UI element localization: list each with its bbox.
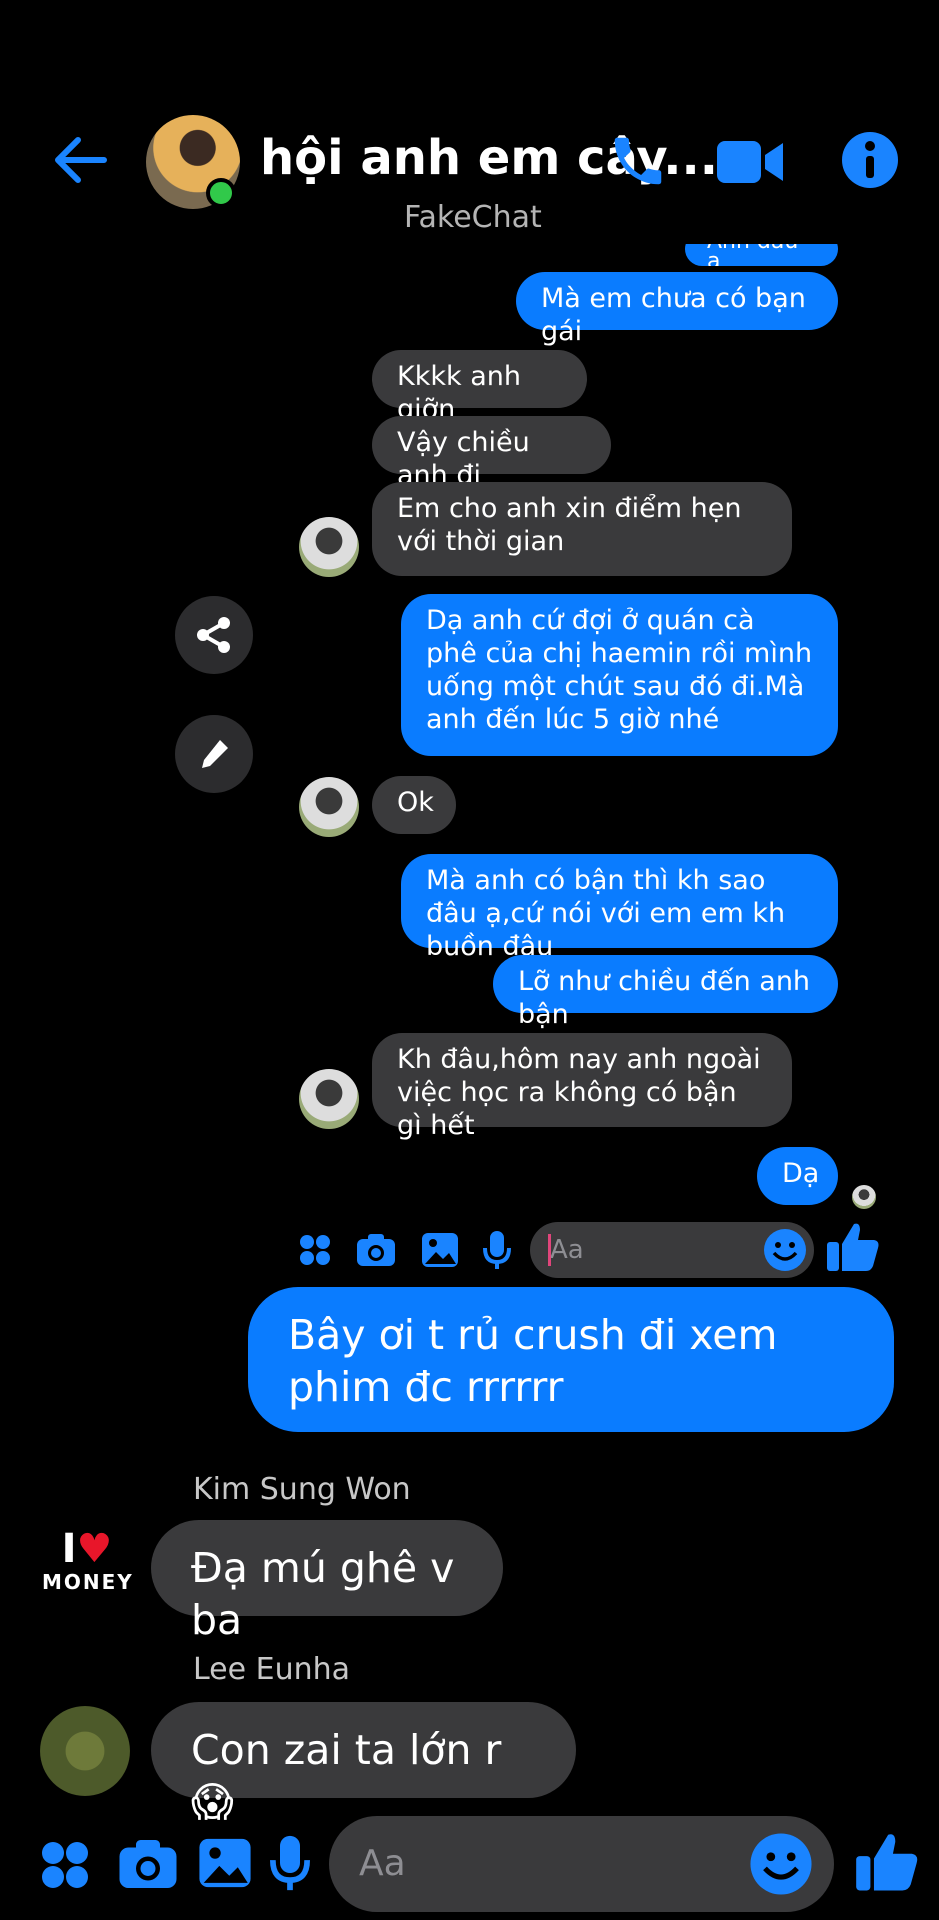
microphone-button[interactable] bbox=[270, 1834, 310, 1896]
message-text: Dạ anh cứ đợi ở quán cà phê của chị haem… bbox=[426, 605, 813, 735]
message-text: Đạ mú ghê v ba bbox=[191, 1544, 455, 1644]
microphone-icon[interactable] bbox=[483, 1230, 511, 1274]
message-bubble[interactable]: Mà em chưa có bạn gái bbox=[516, 272, 838, 347]
message-text: Mà em chưa có bạn gái bbox=[541, 283, 806, 347]
pencil-icon bbox=[202, 740, 228, 768]
more-apps-icon[interactable] bbox=[298, 1233, 332, 1271]
avatar[interactable] bbox=[40, 1706, 130, 1796]
gallery-icon bbox=[199, 1838, 251, 1888]
message-bubble[interactable]: Con zai ta lớn r😱 bbox=[151, 1702, 576, 1826]
message-bubble[interactable]: Đạ mú ghê v ba bbox=[151, 1520, 503, 1644]
gallery-icon[interactable] bbox=[421, 1232, 459, 1272]
emoji-icon bbox=[764, 1229, 806, 1271]
message-text: Lỡ như chiều đến anh bận bbox=[518, 966, 811, 1030]
camera-button[interactable] bbox=[118, 1838, 178, 1894]
microphone-icon bbox=[270, 1835, 310, 1891]
more-apps-button[interactable] bbox=[40, 1840, 90, 1894]
message-input[interactable]: Aa bbox=[329, 1816, 834, 1912]
message-text: Em cho anh xin điểm hẹn với thời gian bbox=[397, 493, 742, 557]
video-camera-icon bbox=[717, 141, 783, 183]
call-button[interactable] bbox=[607, 130, 669, 196]
message-bubble[interactable]: Ok bbox=[372, 776, 456, 834]
message-bubble-partial: Anh đâu ạ bbox=[685, 244, 838, 266]
message-input-placeholder: Aa bbox=[359, 1843, 406, 1884]
message-bubble[interactable]: Lỡ như chiều đến anh bận bbox=[493, 955, 838, 1030]
inner-message-input[interactable]: Aa bbox=[530, 1222, 814, 1278]
message-text: Dạ bbox=[782, 1158, 820, 1189]
camera-icon bbox=[119, 1840, 177, 1888]
message-bubble[interactable]: Kkkk anh giỡn bbox=[372, 350, 587, 425]
contact-avatar[interactable] bbox=[299, 777, 359, 837]
message-bubble[interactable]: Mà anh có bận thì kh sao đâu ạ,cứ nói vớ… bbox=[401, 854, 838, 962]
sender-name: Kim Sung Won bbox=[193, 1472, 411, 1507]
gallery-button[interactable] bbox=[198, 1837, 252, 1893]
contact-avatar[interactable] bbox=[299, 517, 359, 577]
like-button[interactable] bbox=[826, 1222, 880, 1276]
text-cursor bbox=[548, 1234, 551, 1266]
more-apps-icon bbox=[42, 1842, 88, 1888]
video-call-button[interactable] bbox=[715, 133, 785, 195]
shared-screenshot: hội anh em cây... FakeChat Anh đâu ạ Mà … bbox=[0, 0, 939, 1278]
inner-input-placeholder: Aa bbox=[550, 1235, 584, 1265]
my-message-bubble[interactable]: Bây ơi t rủ crush đi xem phim đc rrrrrr bbox=[248, 1287, 894, 1432]
watermark: FakeChat bbox=[404, 200, 542, 235]
message-bubble[interactable]: Em cho anh xin điểm hẹn với thời gian bbox=[372, 482, 792, 576]
avatar[interactable]: I♥ MONEY bbox=[42, 1528, 132, 1608]
message-text: Kh đâu,hôm nay anh ngoài việc học ra khô… bbox=[397, 1044, 761, 1141]
seen-avatar bbox=[852, 1185, 876, 1209]
message-bubble[interactable]: Vậy chiều anh đi bbox=[372, 416, 611, 491]
share-button[interactable] bbox=[175, 596, 253, 674]
thumbs-up-icon bbox=[827, 1223, 879, 1271]
message-text: Ok bbox=[397, 787, 434, 818]
online-indicator bbox=[206, 178, 236, 208]
contact-avatar[interactable] bbox=[299, 1069, 359, 1129]
camera-icon[interactable] bbox=[356, 1233, 396, 1271]
info-button[interactable] bbox=[840, 130, 900, 194]
info-icon bbox=[842, 132, 898, 188]
message-text: Con zai ta lớn r😱 bbox=[191, 1726, 502, 1826]
thumbs-up-icon bbox=[856, 1834, 918, 1891]
message-bubble[interactable]: Dạ bbox=[757, 1147, 838, 1205]
back-arrow-icon bbox=[55, 137, 107, 183]
message-bubble[interactable]: Dạ anh cứ đợi ở quán cà phê của chị haem… bbox=[401, 594, 838, 756]
message-bubble[interactable]: Kh đâu,hôm nay anh ngoài việc học ra khô… bbox=[372, 1033, 792, 1141]
emoji-icon bbox=[750, 1833, 812, 1895]
heart-icon: ♥ bbox=[76, 1526, 113, 1572]
back-button[interactable] bbox=[50, 130, 110, 190]
message-text: Mà anh có bận thì kh sao đâu ạ,cứ nói vớ… bbox=[426, 865, 786, 962]
like-button[interactable] bbox=[855, 1832, 919, 1896]
sender-name: Lee Eunha bbox=[193, 1652, 351, 1687]
message-text: Bây ơi t rủ crush đi xem phim đc rrrrrr bbox=[288, 1311, 778, 1411]
phone-icon bbox=[614, 137, 662, 185]
share-icon bbox=[197, 617, 230, 653]
edit-button[interactable] bbox=[175, 715, 253, 793]
